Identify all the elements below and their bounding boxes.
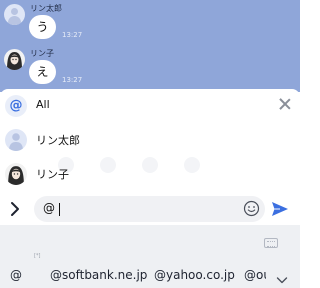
keyboard-icon[interactable] (264, 238, 278, 248)
keyboard-indicator: [*] (34, 253, 41, 259)
message-time: 13:27 (62, 31, 83, 39)
message-input-value: @ (43, 201, 55, 215)
suggestion-item[interactable]: @yahoo.co.jp (154, 268, 235, 282)
mention-item-all[interactable]: @ All (0, 91, 270, 121)
chevron-down-icon[interactable] (276, 270, 288, 284)
suggestion-item[interactable]: @ou (244, 268, 266, 282)
photo-avatar-icon[interactable] (4, 49, 25, 70)
send-icon[interactable] (271, 201, 289, 217)
chat-message[interactable]: リン子 え 13:27 (0, 47, 300, 87)
at-icon: @ (5, 95, 27, 117)
text-caret (59, 203, 60, 216)
mention-label: リン子 (36, 168, 69, 181)
message-sender: リン太郎 (30, 4, 62, 13)
suggestion-item[interactable]: @softbank.ne.jp (50, 268, 147, 282)
message-bubble[interactable]: え (29, 60, 56, 84)
keyboard-suggestion-bar: [*] @ @softbank.ne.jp @yahoo.co.jp @ou (0, 225, 300, 288)
photo-avatar-icon (5, 163, 27, 185)
message-bubble[interactable]: う (29, 15, 56, 39)
message-time: 13:27 (62, 76, 83, 84)
mention-label: リン太郎 (36, 134, 80, 147)
default-avatar-icon (5, 129, 27, 151)
mention-label: All (36, 98, 50, 111)
mention-suggestion-panel: @ All リン太郎 リン子 (0, 89, 300, 193)
message-sender: リン子 (30, 49, 54, 58)
default-avatar-icon[interactable] (4, 4, 25, 25)
mention-item-user[interactable]: リン子 (0, 159, 270, 189)
chat-area[interactable]: リン太郎 う 13:27 リン子 え 13:27 (0, 0, 300, 92)
message-composer: @ (0, 193, 300, 225)
message-input[interactable]: @ (34, 196, 265, 222)
mention-item-user[interactable]: リン太郎 (0, 125, 270, 155)
emoji-icon[interactable] (243, 200, 260, 217)
chevron-right-icon[interactable] (7, 200, 23, 218)
chat-message[interactable]: リン太郎 う 13:27 (0, 2, 300, 42)
close-icon[interactable] (278, 97, 292, 111)
suggestion-item[interactable]: @ (10, 268, 22, 282)
